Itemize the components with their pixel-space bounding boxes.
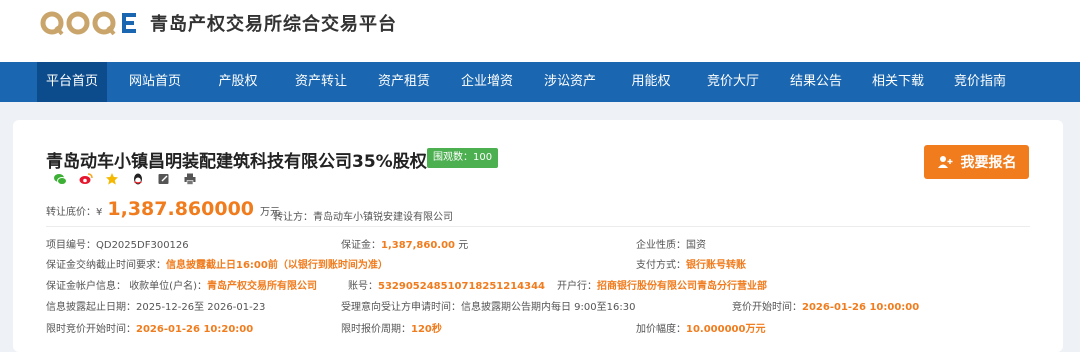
bank: 开户行：招商银行股份有限公司青岛分行营业部 [557,277,767,292]
nav-item-asset-transfer[interactable]: 资产转让 [286,62,356,102]
nav-item-bidding-guide[interactable]: 竞价指南 [945,62,1015,102]
account-info: 保证金帐户信息： 收款单位(户名)：青岛产权交易所有限公司 [46,277,317,292]
user-add-icon [937,156,952,168]
bid-increment-label: 加价幅度： [636,324,686,335]
signup-button[interactable]: 我要报名 [924,145,1029,179]
payment-method-value: 银行账号转账 [686,260,746,271]
bank-value: 招商银行股份有限公司青岛分行营业部 [597,281,767,292]
limited-bid-start-value: 2026-01-26 10:20:00 [136,324,254,335]
limited-bid-start-label: 限时竞价开始时间： [46,324,136,335]
nav-item-capital-increase[interactable]: 企业增资 [452,62,522,102]
deposit-value: 1,387,860.00 [381,240,456,251]
edit-icon[interactable] [157,171,171,185]
transferor: 转让方：青岛动车小镇锐安建设有限公司 [273,208,453,223]
bid-start-time: 竞价开始时间：2026-01-26 10:00:00 [732,298,919,313]
deposit-unit: 元 [458,240,469,251]
star-icon[interactable] [105,171,119,185]
price-currency: ¥ [96,207,103,218]
disclosure-period: 信息披露起止日期：2025-12-26至 2026-01-23 [46,298,265,313]
project-number-value: QD2025DF300126 [96,240,189,251]
nav-item-asset-lease[interactable]: 资产租赁 [369,62,439,102]
views-badge: 围观数：100 [427,148,499,168]
payee-label: 收款单位(户名)： [129,281,207,292]
divider [46,226,1030,227]
logo-mark [40,9,140,37]
payment-method: 支付方式：银行账号转账 [636,256,746,271]
price-value: 1,387.860000 [107,198,255,220]
nav-item-equity[interactable]: 产股权 [203,62,273,102]
enterprise-nature-value: 国资 [686,240,706,251]
bid-increment-value: 10.000000万元 [686,324,766,335]
signup-button-label: 我要报名 [960,155,1017,171]
account-number-value: 532905248510718251214344 [378,281,545,292]
project-number: 项目编号：QD2025DF300126 [46,236,189,251]
payee-value: 青岛产权交易所有限公司 [207,281,317,292]
enterprise-nature: 企业性质：国资 [636,236,706,251]
qq-icon[interactable] [131,171,145,185]
nav-item-bidding-hall[interactable]: 竞价大厅 [698,62,768,102]
bank-label: 开户行： [557,281,597,292]
intent-application-time: 受理意向受让方申请时间：信息披露期公告期内每日 9:00至16:30 [341,298,635,313]
main-nav: 平台首页 网站首页 产股权 资产转让 资产租赁 企业增资 涉讼资产 用能权 竞价… [0,62,1080,102]
print-icon[interactable] [183,171,197,185]
site-logo[interactable]: 青岛产权交易所综合交易平台 [40,9,397,37]
intent-application-value: 信息披露期公告期内每日 9:00至16:30 [461,302,636,313]
deposit-deadline: 保证金交纳截止时间要求：信息披露截止日16:00前（以银行到账时间为准） [46,256,388,271]
account-number-label: 账号： [348,281,378,292]
nav-item-energy-rights[interactable]: 用能权 [616,62,686,102]
nav-item-platform-home[interactable]: 平台首页 [37,62,107,102]
price-label: 转让底价： [46,207,96,218]
transferor-value: 青岛动车小镇锐安建设有限公司 [313,212,453,223]
wechat-icon[interactable] [53,171,67,185]
enterprise-nature-label: 企业性质： [636,240,686,251]
quote-period-value: 120秒 [411,324,442,335]
account-number: 账号：532905248510718251214344 [348,277,545,292]
reserve-price: 转让底价： ¥ 1,387.860000 万元 [46,198,280,220]
account-info-label: 保证金帐户信息： [46,281,126,292]
transferor-label: 转让方： [273,212,313,223]
deposit: 保证金：1,387,860.00 元 [341,236,468,251]
site-header: 青岛产权交易所综合交易平台 [0,0,1080,62]
bid-start-value: 2026-01-26 10:00:00 [802,302,920,313]
nav-item-downloads[interactable]: 相关下载 [863,62,933,102]
project-title: 青岛动车小镇昌明装配建筑科技有限公司35%股权 [46,152,427,172]
bid-increment: 加价幅度：10.000000万元 [636,320,765,335]
bid-start-label: 竞价开始时间： [732,302,802,313]
limited-bid-start: 限时竞价开始时间：2026-01-26 10:20:00 [46,320,253,335]
share-bar [53,171,209,185]
nav-item-litigation-assets[interactable]: 涉讼资产 [535,62,605,102]
disclosure-period-value: 2025-12-26至 2026-01-23 [136,302,266,313]
disclosure-period-label: 信息披露起止日期： [46,302,136,313]
nav-item-result-notices[interactable]: 结果公告 [781,62,851,102]
project-number-label: 项目编号： [46,240,96,251]
payment-method-label: 支付方式： [636,260,686,271]
deposit-deadline-label: 保证金交纳截止时间要求： [46,260,166,271]
nav-item-site-home[interactable]: 网站首页 [120,62,190,102]
deposit-deadline-value: 信息披露截止日16:00前（以银行到账时间为准） [166,260,388,271]
intent-application-label: 受理意向受让方申请时间： [341,302,461,313]
weibo-icon[interactable] [79,171,93,185]
site-title: 青岛产权交易所综合交易平台 [150,14,397,35]
quote-period-label: 限时报价周期： [341,324,411,335]
deposit-label: 保证金： [341,240,381,251]
project-card: 青岛动车小镇昌明装配建筑科技有限公司35%股权 围观数：100 我要报名 转让底… [13,120,1063,352]
quote-period: 限时报价周期：120秒 [341,320,442,335]
